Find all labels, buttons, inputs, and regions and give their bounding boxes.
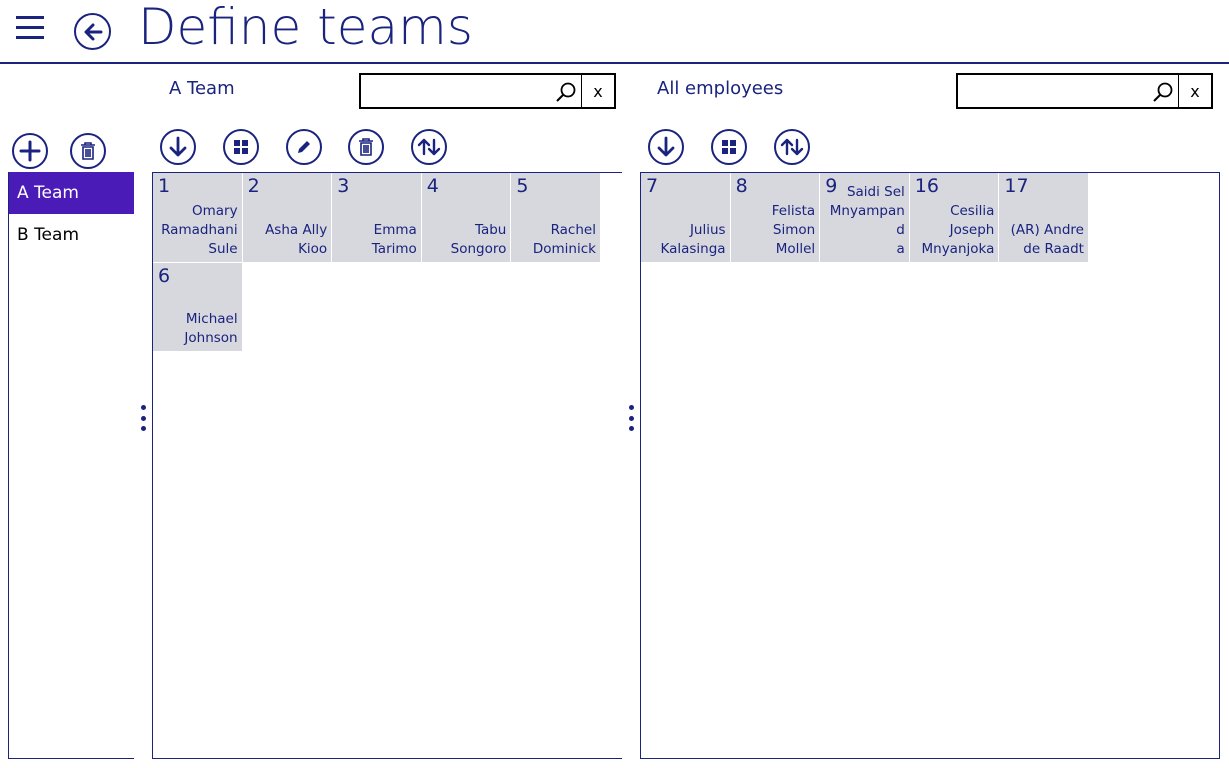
employee-id: 2 bbox=[247, 175, 260, 197]
employees-search-input[interactable] bbox=[958, 75, 1178, 107]
trash-icon bbox=[81, 142, 95, 160]
team-list: A Team B Team bbox=[8, 172, 134, 759]
employee-name: (AR) Andre de Raadt bbox=[1010, 221, 1084, 257]
search-icon bbox=[556, 82, 576, 102]
pencil-icon bbox=[298, 141, 310, 153]
employee-name: Saidi Sel Mnyampand a bbox=[829, 183, 905, 257]
employee-id: 8 bbox=[735, 175, 748, 197]
header-divider bbox=[0, 62, 1229, 64]
members-panel: 1 Omary Ramadhani Sule 2 Asha Ally Kioo 3 Emm… bbox=[152, 172, 622, 759]
add-team-button[interactable] bbox=[12, 133, 48, 169]
add-icon bbox=[19, 140, 41, 162]
members-search-input[interactable] bbox=[361, 75, 581, 107]
members-grid-view-button[interactable] bbox=[223, 129, 259, 165]
employee-tile[interactable]: 2 Asha Ally Kioo bbox=[242, 173, 333, 263]
arrow-left-icon bbox=[84, 23, 102, 40]
members-sort-button[interactable] bbox=[411, 129, 447, 165]
left-splitter[interactable] bbox=[140, 405, 146, 431]
employee-id: 16 bbox=[914, 175, 939, 197]
sort-icon bbox=[417, 138, 441, 156]
employee-name: Tabu Songoro bbox=[450, 221, 507, 257]
employee-id: 4 bbox=[426, 175, 439, 197]
members-section-title: A Team bbox=[169, 78, 235, 99]
employee-name: Felista Simon Mollel bbox=[771, 202, 816, 257]
employee-tile[interactable]: 17 (AR) Andre de Raadt bbox=[999, 173, 1089, 263]
members-tile-grid: 1 Omary Ramadhani Sule 2 Asha Ally Kioo 3 Emm… bbox=[153, 173, 603, 353]
team-item-b-team[interactable]: B Team bbox=[9, 214, 134, 256]
grid-icon bbox=[722, 140, 736, 154]
employees-panel: 7 Julius Kalasinga 8 Felista Simon Mollel 9 S… bbox=[640, 172, 1220, 759]
employee-id: 3 bbox=[337, 175, 350, 197]
members-clear-search-button[interactable]: x bbox=[581, 75, 614, 107]
employees-section-title: All employees bbox=[657, 78, 784, 99]
employees-download-button[interactable] bbox=[648, 129, 684, 165]
members-download-button[interactable] bbox=[160, 129, 196, 165]
hamburger-menu-icon[interactable] bbox=[14, 14, 46, 42]
employee-id: 7 bbox=[646, 175, 659, 197]
employee-name: Omary Ramadhani Sule bbox=[161, 202, 238, 257]
employees-grid-view-button[interactable] bbox=[711, 129, 747, 165]
trash-icon bbox=[359, 138, 373, 156]
employee-id: 17 bbox=[1004, 175, 1029, 197]
employee-name: Julius Kalasinga bbox=[660, 221, 726, 257]
employee-id: 1 bbox=[158, 175, 171, 197]
employee-id: 6 bbox=[158, 264, 171, 287]
arrow-down-icon bbox=[657, 136, 675, 157]
employee-name: Asha Ally Kioo bbox=[265, 221, 328, 257]
employee-tile[interactable]: 1 Omary Ramadhani Sule bbox=[153, 173, 243, 263]
delete-team-button[interactable] bbox=[70, 133, 106, 169]
employee-tile[interactable]: 9 Saidi Sel Mnyampand a bbox=[820, 173, 910, 263]
right-splitter[interactable] bbox=[628, 405, 634, 431]
employees-tile-grid: 7 Julius Kalasinga 8 Felista Simon Mollel 9 S… bbox=[641, 173, 1091, 263]
employee-tile[interactable]: 4 Tabu Songoro bbox=[421, 173, 512, 263]
employee-name: Rachel Dominick bbox=[532, 221, 596, 257]
employee-id: 5 bbox=[516, 175, 529, 197]
grid-icon bbox=[234, 140, 248, 154]
employees-sort-button[interactable] bbox=[774, 129, 810, 165]
back-button[interactable] bbox=[74, 13, 111, 50]
arrow-down-icon bbox=[169, 136, 187, 157]
sort-icon bbox=[780, 138, 804, 156]
members-edit-button[interactable] bbox=[286, 129, 322, 165]
employee-tile[interactable]: 16 Cesilia Joseph Mnyanjoka bbox=[909, 173, 1000, 263]
team-item-a-team[interactable]: A Team bbox=[9, 172, 134, 214]
members-delete-button[interactable] bbox=[348, 129, 384, 165]
employee-name: Cesilia Joseph Mnyanjoka bbox=[921, 202, 995, 257]
members-search-box: x bbox=[359, 73, 616, 109]
employees-search-box: x bbox=[956, 73, 1213, 109]
employee-tile[interactable]: 7 Julius Kalasinga bbox=[641, 173, 731, 263]
employee-tile[interactable]: 3 Emma Tarimo bbox=[332, 173, 422, 263]
employee-tile[interactable]: 5 Rachel Dominick bbox=[511, 173, 601, 263]
employee-tile[interactable]: 6 Michael Johnson bbox=[153, 262, 243, 353]
employees-clear-search-button[interactable]: x bbox=[1178, 75, 1211, 107]
page-title: Define teams bbox=[138, 0, 473, 56]
employee-name: Michael Johnson bbox=[184, 311, 238, 347]
employee-name: Emma Tarimo bbox=[371, 221, 417, 257]
employee-tile[interactable]: 8 Felista Simon Mollel bbox=[730, 173, 821, 263]
search-icon bbox=[1153, 82, 1173, 102]
